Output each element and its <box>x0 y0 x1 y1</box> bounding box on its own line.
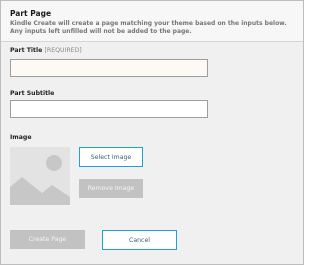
panel-title: Part Page <box>10 9 52 18</box>
image-placeholder-icon <box>10 147 70 205</box>
image-label: Image <box>10 134 32 141</box>
image-thumbnail <box>10 147 70 205</box>
remove-image-button[interactable]: Remove Image <box>79 179 143 198</box>
cancel-button[interactable]: Cancel <box>102 230 177 250</box>
part-title-input[interactable] <box>10 59 208 77</box>
part-subtitle-label: Part Subtitle <box>10 90 55 97</box>
panel-header: Part Page Kindle Create will create a pa… <box>1 1 303 42</box>
panel-description: Kindle Create will create a page matchin… <box>10 20 287 35</box>
part-page-panel: Part Page Kindle Create will create a pa… <box>0 0 304 265</box>
create-page-button[interactable]: Create Page <box>10 230 85 249</box>
part-title-label: Part Title [REQUIRED] <box>10 47 82 54</box>
select-image-button[interactable]: Select Image <box>79 147 143 167</box>
required-tag: [REQUIRED] <box>44 47 82 54</box>
part-title-label-text: Part Title <box>10 47 43 54</box>
part-subtitle-input[interactable] <box>10 100 208 118</box>
